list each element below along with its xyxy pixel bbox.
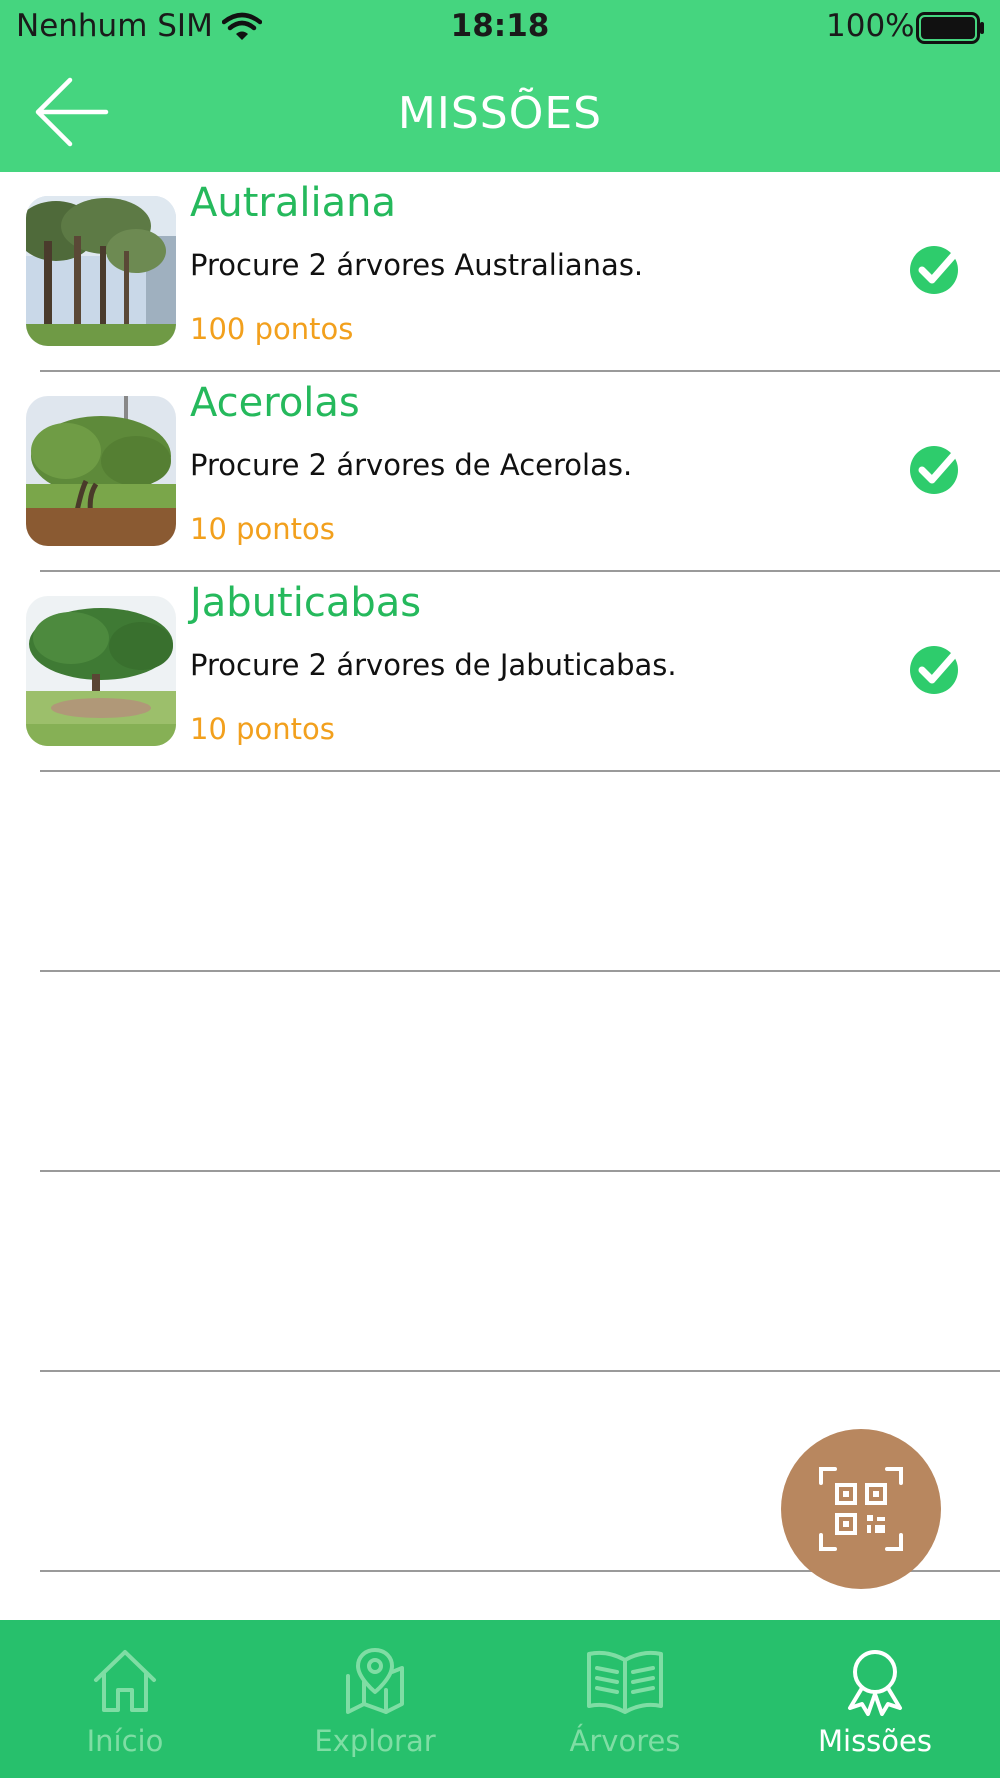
mission-item[interactable]: Acerolas Procure 2 árvores de Acerolas. … xyxy=(0,372,1000,572)
empty-row xyxy=(0,772,1000,972)
page-title: MISSÕES xyxy=(397,88,603,139)
tab-arvores[interactable]: Árvores xyxy=(500,1620,750,1778)
qr-scan-button[interactable] xyxy=(781,1429,941,1589)
battery-icon xyxy=(916,12,984,44)
completed-check-icon xyxy=(910,644,964,694)
mission-title: Autraliana xyxy=(190,180,396,226)
tab-inicio[interactable]: Início xyxy=(0,1620,250,1778)
mission-item[interactable]: Jabuticabas Procure 2 árvores de Jabutic… xyxy=(0,572,1000,772)
mission-points: 10 pontos xyxy=(190,512,335,546)
completed-check-icon xyxy=(910,244,964,294)
mission-thumbnail xyxy=(26,196,176,346)
mission-description: Procure 2 árvores Australianas. xyxy=(190,248,644,282)
tab-label: Missões xyxy=(818,1724,932,1758)
app-header: Nenhum SIM 18:18 100% MISSÕES xyxy=(0,0,1000,172)
book-icon xyxy=(587,1650,663,1714)
tab-missoes[interactable]: Missões xyxy=(750,1620,1000,1778)
tab-label: Início xyxy=(86,1724,164,1758)
qr-code-scan-icon xyxy=(819,1467,903,1551)
bottom-tab-bar: Início Explorar Árvores Missões xyxy=(0,1620,1000,1778)
mission-description: Procure 2 árvores de Jabuticabas. xyxy=(190,648,677,682)
empty-row xyxy=(0,972,1000,1172)
navigation-bar: MISSÕES xyxy=(0,60,1000,170)
map-pin-icon xyxy=(346,1648,404,1714)
empty-row xyxy=(0,1172,1000,1372)
award-ribbon-icon xyxy=(848,1650,902,1716)
mission-title: Acerolas xyxy=(190,380,360,426)
mission-thumbnail xyxy=(26,596,176,746)
tab-label: Árvores xyxy=(569,1724,681,1758)
completed-check-icon xyxy=(910,444,964,494)
tab-label: Explorar xyxy=(314,1724,436,1758)
mission-list: Autraliana Procure 2 árvores Australiana… xyxy=(0,172,1000,1572)
home-icon xyxy=(94,1650,156,1712)
mission-points: 10 pontos xyxy=(190,712,335,746)
battery-percentage: 100% xyxy=(826,8,915,44)
tab-explorar[interactable]: Explorar xyxy=(250,1620,500,1778)
mission-item[interactable]: Autraliana Procure 2 árvores Australiana… xyxy=(0,172,1000,372)
mission-title: Jabuticabas xyxy=(190,580,422,626)
mission-thumbnail xyxy=(26,396,176,546)
mission-description: Procure 2 árvores de Acerolas. xyxy=(190,448,633,482)
mission-points: 100 pontos xyxy=(190,312,354,346)
status-bar: Nenhum SIM 18:18 100% xyxy=(0,0,1000,56)
